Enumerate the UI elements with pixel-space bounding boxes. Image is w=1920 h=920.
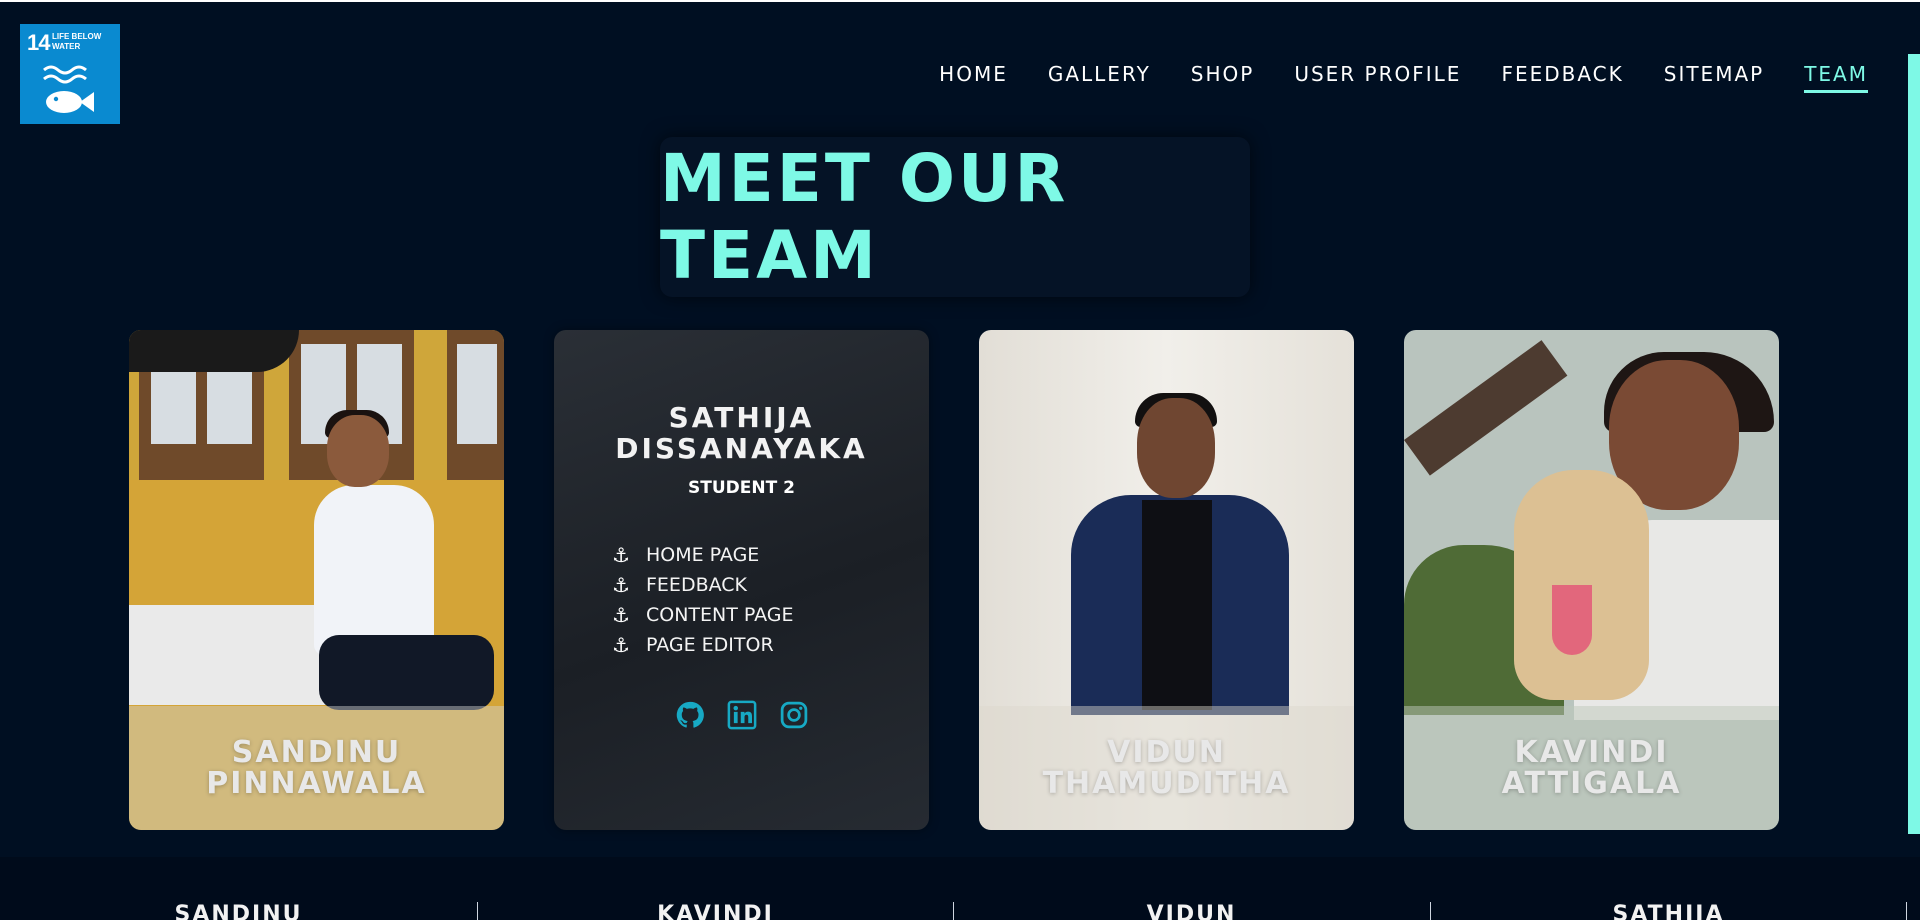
nav-team[interactable]: TEAM: [1804, 62, 1868, 93]
nav-shop[interactable]: SHOP: [1191, 62, 1255, 93]
member-name: SATHIJA DISSANAYAKA: [615, 401, 868, 465]
fish-icon: [43, 65, 94, 113]
footer-name-sathija: SATHIJA: [1612, 902, 1725, 920]
pages-list: ⚓ HOME PAGE ⚓ FEEDBACK ⚓ CONTENT PAGE ⚓ PAGE…: [612, 540, 794, 660]
team-page: 14 LIFE BELOW WATER HOME GALLERY SHOP US…: [0, 0, 1920, 920]
title-box: MEET OUR TEAM: [660, 137, 1250, 297]
list-item: ⚓ FEEDBACK: [612, 573, 747, 597]
team-card-sathija[interactable]: SATHIJA DISSANAYAKA STUDENT 2 ⚓ HOME PAGE …: [554, 330, 929, 830]
list-item: ⚓ HOME PAGE: [612, 543, 760, 567]
github-icon[interactable]: [675, 700, 705, 730]
footer-strip: SANDINU KAVINDI VIDUN SATHIJA: [0, 857, 1920, 920]
list-item: ⚓ PAGE EDITOR: [612, 633, 774, 657]
scrollbar[interactable]: [1908, 54, 1920, 834]
sdg14-logo[interactable]: 14 LIFE BELOW WATER: [20, 24, 120, 124]
nav-user-profile[interactable]: USER PROFILE: [1294, 62, 1461, 93]
member-name: VIDUN THAMUDITHA: [1042, 735, 1291, 801]
anchor-icon: ⚓: [612, 603, 630, 627]
member-name: SANDINU PINNAWALA: [206, 735, 427, 801]
member-role: STUDENT 2: [688, 478, 795, 498]
page-title: MEET OUR TEAM: [660, 140, 1069, 294]
nav-sitemap[interactable]: SITEMAP: [1664, 62, 1764, 93]
team-card-vidun[interactable]: VIDUN THAMUDITHA: [979, 330, 1354, 830]
linkedin-icon[interactable]: [727, 700, 757, 730]
logo-number: 14: [27, 30, 51, 55]
anchor-icon: ⚓: [612, 543, 630, 567]
name-band: KAVINDI ATTIGALA: [1404, 706, 1779, 830]
nav-home[interactable]: HOME: [939, 62, 1008, 93]
instagram-icon[interactable]: [779, 700, 809, 730]
footer-name-sandinu: SANDINU: [174, 902, 303, 920]
main-nav: HOME GALLERY SHOP USER PROFILE FEEDBACK …: [899, 62, 1868, 93]
nav-feedback[interactable]: FEEDBACK: [1501, 62, 1623, 93]
footer-name-vidun: VIDUN: [1146, 902, 1237, 920]
logo-text: LIFE BELOW WATER: [52, 32, 102, 51]
footer-name-kavindi: KAVINDI: [657, 902, 774, 920]
divider: [1906, 902, 1907, 920]
social-links: [554, 700, 929, 730]
anchor-icon: ⚓: [612, 633, 630, 657]
team-card-sandinu[interactable]: SANDINU PINNAWALA: [129, 330, 504, 830]
team-card-kavindi[interactable]: KAVINDI ATTIGALA: [1404, 330, 1779, 830]
name-band: SANDINU PINNAWALA: [129, 706, 504, 830]
name-band: VIDUN THAMUDITHA: [979, 706, 1354, 830]
member-name: KAVINDI ATTIGALA: [1501, 735, 1682, 801]
list-item: ⚓ CONTENT PAGE: [612, 603, 794, 627]
nav-gallery[interactable]: GALLERY: [1048, 62, 1151, 93]
anchor-icon: ⚓: [612, 573, 630, 597]
